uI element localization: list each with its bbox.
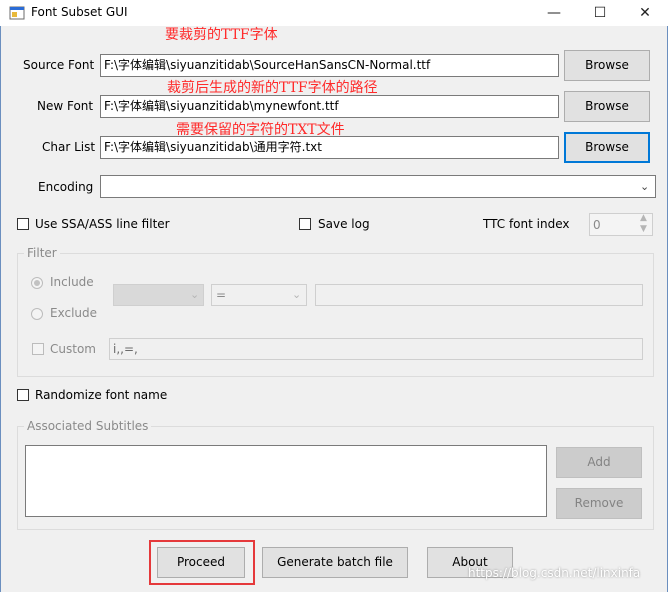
exclude-label: Exclude <box>50 306 98 320</box>
app-icon <box>9 6 25 20</box>
filter-group-title: Filter <box>24 246 60 260</box>
encoding-chevron-down-icon: ⌄ <box>640 180 650 193</box>
filter-field-chevron-down-icon: ⌄ <box>190 288 200 301</box>
add-subtitle-button[interactable]: Add <box>556 447 642 478</box>
window-frame-left <box>0 26 1 592</box>
save-log-checkbox[interactable] <box>299 218 311 230</box>
ssa-filter-label: Use SSA/ASS line filter <box>35 217 170 231</box>
maximize-button[interactable]: ☐ <box>577 0 623 26</box>
maximize-icon: ☐ <box>593 5 607 21</box>
custom-checkbox[interactable] <box>32 343 44 355</box>
proceed-button[interactable]: Proceed <box>157 547 245 578</box>
subtitles-list[interactable] <box>25 445 547 517</box>
ttc-font-index-label: TTC font index <box>483 217 570 231</box>
source-font-input[interactable]: F:\字体编辑\siyuanzitidab\SourceHanSansCN-No… <box>100 54 559 77</box>
char-list-input[interactable]: F:\字体编辑\siyuanzitidab\通用字符.txt <box>100 136 559 159</box>
new-font-label: New Font <box>37 99 94 113</box>
new-font-input[interactable]: F:\字体编辑\siyuanzitidab\mynewfont.ttf <box>100 95 559 118</box>
filter-value-input[interactable] <box>315 284 643 306</box>
annotation-new-font: 裁剪后生成的新的TTF字体的路径 <box>167 80 378 96</box>
window-title: Font Subset GUI <box>31 5 128 19</box>
spinner-down-icon[interactable]: ▼ <box>640 224 647 234</box>
annotation-source-font: 要裁剪的TTF字体 <box>165 27 278 43</box>
remove-subtitle-button[interactable]: Remove <box>556 488 642 519</box>
encoding-label: Encoding <box>38 180 94 194</box>
new-font-browse-button[interactable]: Browse <box>564 91 650 122</box>
subtitles-group-title: Associated Subtitles <box>24 419 152 433</box>
minimize-button[interactable]: — <box>531 0 577 26</box>
spinner-up-icon[interactable]: ▲ <box>640 213 647 223</box>
minimize-icon: — <box>547 5 561 21</box>
close-button[interactable]: ✕ <box>622 0 668 26</box>
include-label: Include <box>50 275 94 289</box>
randomize-label: Randomize font name <box>35 388 168 402</box>
ttc-font-index-value: 0 <box>593 218 601 232</box>
randomize-checkbox[interactable] <box>17 389 29 401</box>
encoding-select[interactable] <box>100 175 656 198</box>
include-radio[interactable] <box>31 277 43 289</box>
char-list-browse-button[interactable]: Browse <box>564 132 650 163</box>
source-font-label: Source Font <box>23 58 95 72</box>
custom-label: Custom <box>50 342 96 356</box>
char-list-label: Char List <box>42 140 96 154</box>
ssa-filter-checkbox[interactable] <box>17 218 29 230</box>
save-log-label: Save log <box>318 217 370 231</box>
exclude-radio[interactable] <box>31 308 43 320</box>
ttc-font-index-spinner[interactable]: 0 ▲ ▼ <box>589 213 653 236</box>
close-icon: ✕ <box>639 5 651 21</box>
generate-batch-button[interactable]: Generate batch file <box>262 547 408 578</box>
filter-operator-chevron-down-icon: ⌄ <box>292 288 302 301</box>
source-font-browse-button[interactable]: Browse <box>564 50 650 81</box>
watermark: https://blog.csdn.net/linxinfa <box>468 566 641 580</box>
custom-filter-input[interactable]: i,,=, <box>109 338 643 360</box>
